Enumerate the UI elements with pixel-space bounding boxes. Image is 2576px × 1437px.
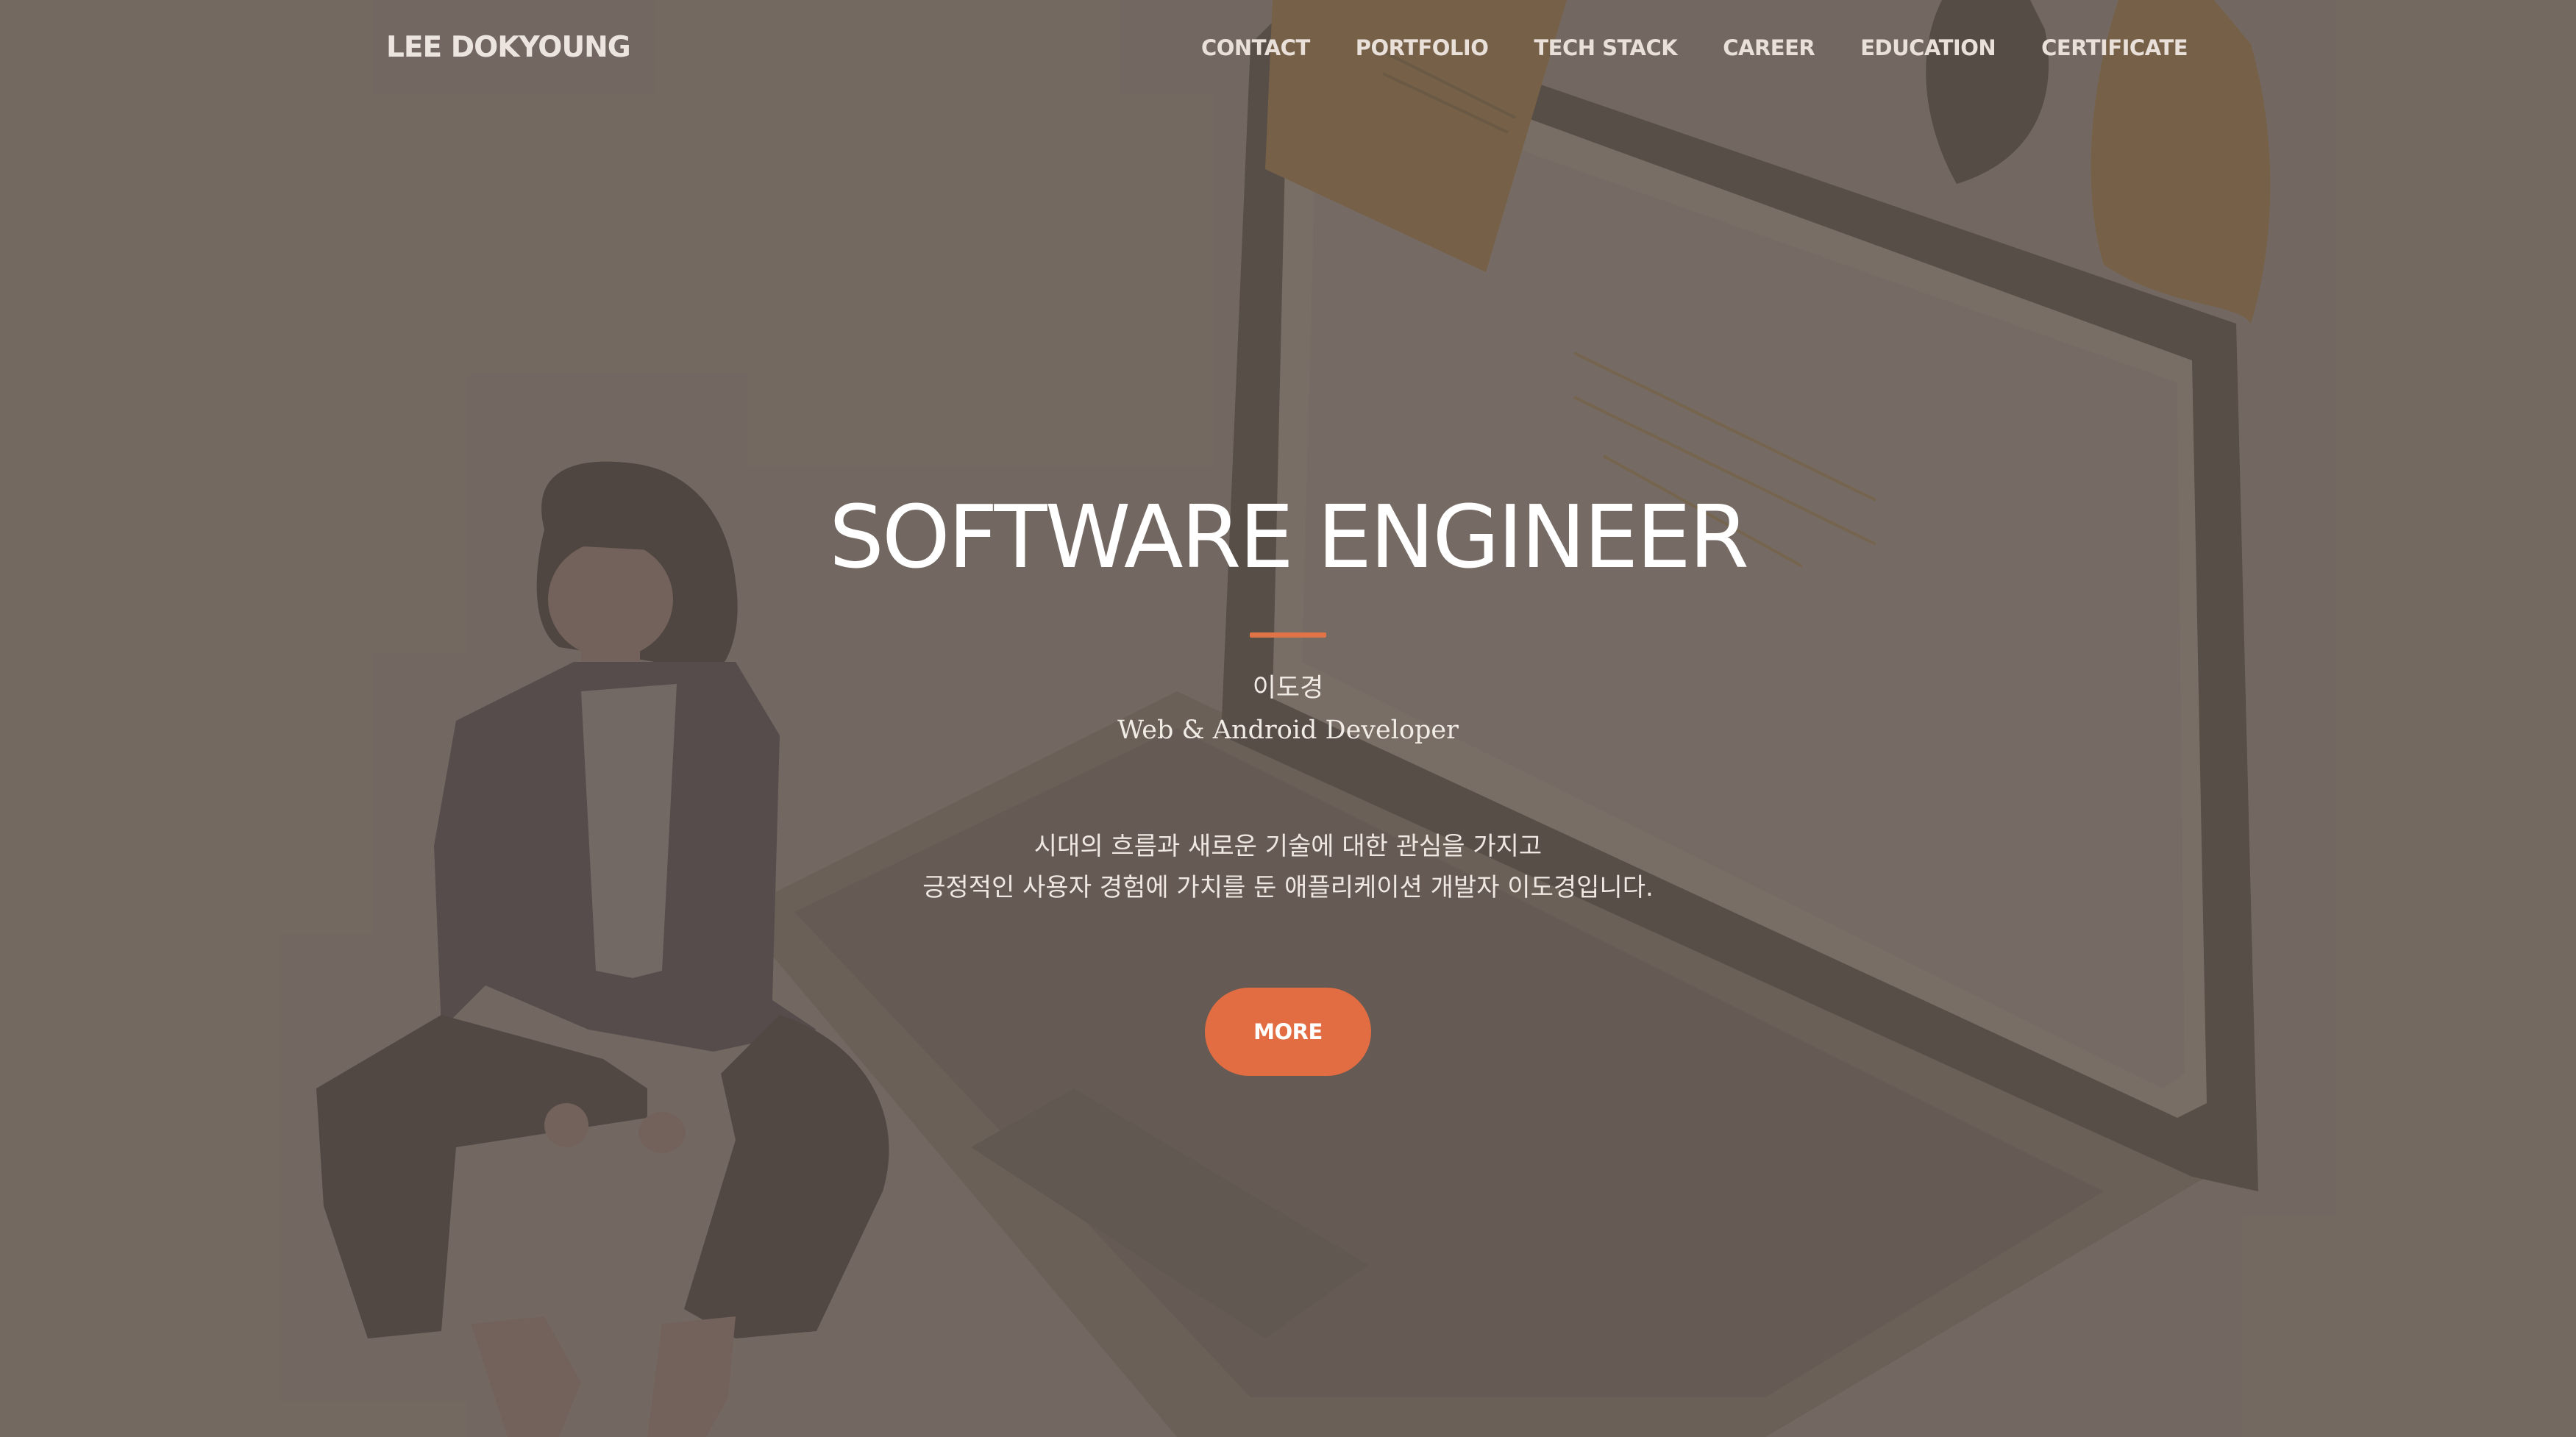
hero-page: LEE DOKYOUNG CONTACT PORTFOLIO TECH STAC… xyxy=(0,0,2576,1437)
nav-item-education[interactable]: EDUCATION xyxy=(1860,35,1996,60)
hero-description: 시대의 흐름과 새로운 기술에 대한 관심을 가지고 긍정적인 사용자 경험에 … xyxy=(0,826,2576,908)
site-brand[interactable]: LEE DOKYOUNG xyxy=(386,31,631,64)
hero-role: Web & Android Developer xyxy=(1117,716,1459,745)
nav-item-certificate[interactable]: CERTIFICATE xyxy=(2041,35,2188,60)
nav-item-portfolio[interactable]: PORTFOLIO xyxy=(1356,35,1489,60)
hero-section: SOFTWARE ENGINEER 이도경 Web & Android Deve… xyxy=(0,471,2576,1076)
nav-item-tech-stack[interactable]: TECH STACK xyxy=(1534,35,1677,60)
hero-description-line: 긍정적인 사용자 경험에 가치를 둔 애플리케이션 개발자 이도경입니다. xyxy=(922,873,1654,902)
hero-name: 이도경 xyxy=(1252,674,1324,703)
more-button[interactable]: MORE xyxy=(1205,988,1371,1076)
title-divider xyxy=(1250,632,1326,638)
nav-item-career[interactable]: CAREER xyxy=(1723,35,1815,60)
top-navigation: LEE DOKYOUNG CONTACT PORTFOLIO TECH STAC… xyxy=(0,0,2576,103)
hero-description-line: 시대의 흐름과 새로운 기술에 대한 관심을 가지고 xyxy=(1033,832,1543,861)
nav-menu: CONTACT PORTFOLIO TECH STACK CAREER EDUC… xyxy=(1201,35,2188,60)
hero-title: SOFTWARE ENGINEER xyxy=(828,486,1749,588)
nav-item-contact[interactable]: CONTACT xyxy=(1201,35,1310,60)
